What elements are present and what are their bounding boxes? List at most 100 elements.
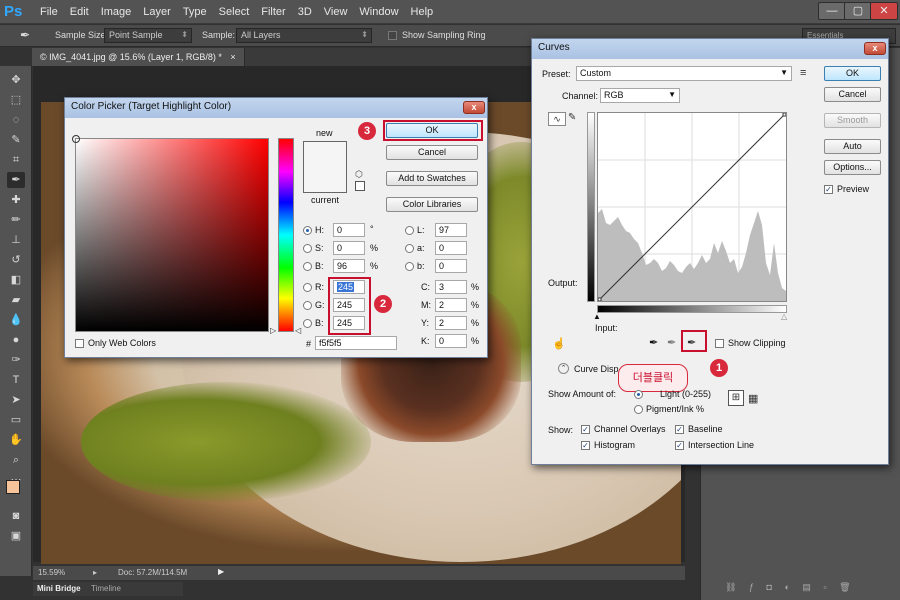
histogram-checkbox[interactable]: ✓ (581, 441, 590, 450)
g-radio[interactable] (303, 301, 312, 310)
dodge-tool-icon[interactable]: ● (7, 332, 25, 348)
gamut-cube-icon[interactable]: ⬡ (355, 169, 363, 180)
channel-select[interactable]: RGB ▼ (600, 88, 680, 103)
pigment-radio[interactable] (634, 405, 643, 414)
m-field[interactable]: 2 (435, 298, 467, 312)
menu-edit[interactable]: Edit (64, 0, 95, 24)
type-tool-icon[interactable]: T (7, 372, 25, 388)
blur-tool-icon[interactable]: 💧 (7, 312, 25, 328)
show-ring-checkbox[interactable] (388, 31, 397, 40)
curve-display-toggle-icon[interactable]: ⌃ (558, 363, 569, 374)
grid-coarse-icon[interactable]: ⊞ (728, 390, 744, 406)
brightness-field[interactable]: 96 (333, 259, 365, 273)
new-group-icon[interactable]: ▤ (802, 582, 811, 592)
curves-graph[interactable] (597, 112, 787, 302)
crop-tool-icon[interactable]: ⌗ (7, 152, 25, 168)
new-layer-icon[interactable]: ▫ (823, 582, 826, 592)
only-web-colors-checkbox[interactable] (75, 339, 84, 348)
preview-checkbox[interactable]: ✓ (824, 185, 833, 194)
curves-auto-button[interactable]: Auto (824, 139, 881, 154)
add-mask-icon[interactable]: ◘ (766, 582, 771, 592)
curve-endpoint-top[interactable] (782, 113, 786, 117)
eyedropper-tool-icon[interactable]: ✒ (7, 172, 25, 188)
menu-layer[interactable]: Layer (137, 0, 177, 24)
color-picker-cancel-button[interactable]: Cancel (386, 145, 478, 160)
fx-icon[interactable]: ƒ (749, 582, 754, 592)
menu-view[interactable]: View (318, 0, 354, 24)
blue-radio[interactable] (303, 319, 312, 328)
curves-options-button[interactable]: Options... (824, 160, 881, 175)
zoom-level[interactable]: 15.59% (38, 568, 65, 577)
color-picker-close-button[interactable]: x (463, 101, 485, 114)
h-field[interactable]: 0 (333, 223, 365, 237)
s-field[interactable]: 0 (333, 241, 365, 255)
l-radio[interactable] (405, 226, 414, 235)
r-radio[interactable] (303, 283, 312, 292)
hue-slider[interactable] (278, 138, 294, 332)
status-menu-arrow-icon[interactable]: ▶ (218, 567, 224, 576)
menu-select[interactable]: Select (213, 0, 256, 24)
menu-file[interactable]: File (34, 0, 64, 24)
preset-select[interactable]: Custom ▼ (576, 66, 792, 81)
stamp-tool-icon[interactable]: ⊥ (7, 232, 25, 248)
baseline-checkbox[interactable]: ✓ (675, 425, 684, 434)
saturation-brightness-field[interactable] (72, 135, 269, 332)
lab-b-radio[interactable] (405, 262, 414, 271)
lab-b-field[interactable]: 0 (435, 259, 467, 273)
web-safe-swatch[interactable] (355, 181, 365, 191)
adjustment-layer-icon[interactable]: ◐ (784, 582, 789, 592)
zoom-tool-icon[interactable]: ⌕ (7, 452, 25, 468)
menu-type[interactable]: Type (177, 0, 213, 24)
delete-layer-icon[interactable]: 🗑 (839, 582, 850, 592)
curve-edit-points-icon[interactable]: ∿ (548, 112, 566, 126)
k-field[interactable]: 0 (435, 334, 467, 348)
hue-slider-left-arrow-icon[interactable]: ▷ (270, 326, 276, 335)
link-layers-icon[interactable]: ⛓ (725, 582, 736, 592)
brightness-radio[interactable] (303, 262, 312, 271)
document-tab-close-icon[interactable]: × (230, 52, 235, 62)
show-clipping-checkbox[interactable] (715, 339, 724, 348)
h-radio[interactable] (303, 226, 312, 235)
targeted-adjustment-icon[interactable]: ☝ (552, 337, 566, 350)
curves-cancel-button[interactable]: Cancel (824, 87, 881, 102)
c-field[interactable]: 3 (435, 280, 467, 294)
minimize-button[interactable]: — (818, 2, 846, 20)
color-marker[interactable] (72, 135, 80, 143)
black-input-slider-icon[interactable]: ▲ (593, 312, 601, 321)
brush-tool-icon[interactable]: ✏ (7, 212, 25, 228)
curves-smooth-button[interactable]: Smooth (824, 113, 881, 128)
healing-tool-icon[interactable]: ✚ (7, 192, 25, 208)
pen-tool-icon[interactable]: ✑ (7, 352, 25, 368)
foreground-color-swatch[interactable] (6, 480, 20, 494)
black-point-eyedropper-icon[interactable]: ✒ (649, 336, 658, 349)
s-radio[interactable] (303, 244, 312, 253)
add-to-swatches-button[interactable]: Add to Swatches (386, 171, 478, 186)
sample-select[interactable]: All Layers (236, 28, 372, 43)
tab-mini-bridge[interactable]: Mini Bridge (37, 584, 81, 593)
menu-3d[interactable]: 3D (292, 0, 318, 24)
eraser-tool-icon[interactable]: ◧ (7, 272, 25, 288)
light-radio[interactable] (634, 390, 643, 399)
menu-image[interactable]: Image (95, 0, 138, 24)
quick-mask-icon[interactable]: ◙ (7, 508, 25, 524)
hand-tool-icon[interactable]: ✋ (7, 432, 25, 448)
lasso-tool-icon[interactable]: ◌ (7, 112, 25, 128)
preset-options-icon[interactable]: ≡ (800, 67, 806, 79)
intersection-checkbox[interactable]: ✓ (675, 441, 684, 450)
screen-mode-icon[interactable]: ▣ (7, 528, 25, 544)
curves-close-button[interactable]: x (864, 42, 886, 55)
white-input-slider-icon[interactable]: △ (781, 312, 787, 321)
tab-timeline[interactable]: Timeline (91, 584, 121, 593)
eyedropper-tool-icon[interactable]: ✒ (20, 28, 30, 42)
history-brush-icon[interactable]: ↺ (7, 252, 25, 268)
y-field[interactable]: 2 (435, 316, 467, 330)
menu-window[interactable]: Window (353, 0, 404, 24)
curve-pencil-icon[interactable]: ✎ (568, 112, 582, 126)
maximize-button[interactable]: ▢ (844, 2, 872, 20)
grid-fine-icon[interactable]: ▦ (748, 392, 758, 405)
current-color-swatch[interactable] (303, 167, 347, 193)
hex-field[interactable]: f5f5f5 (315, 336, 397, 350)
document-tab[interactable]: © IMG_4041.jpg @ 15.6% (Layer 1, RGB/8) … (32, 48, 245, 66)
paint-bucket-icon[interactable]: ▰ (7, 292, 25, 308)
hue-slider-right-arrow-icon[interactable]: ◁ (295, 326, 301, 335)
